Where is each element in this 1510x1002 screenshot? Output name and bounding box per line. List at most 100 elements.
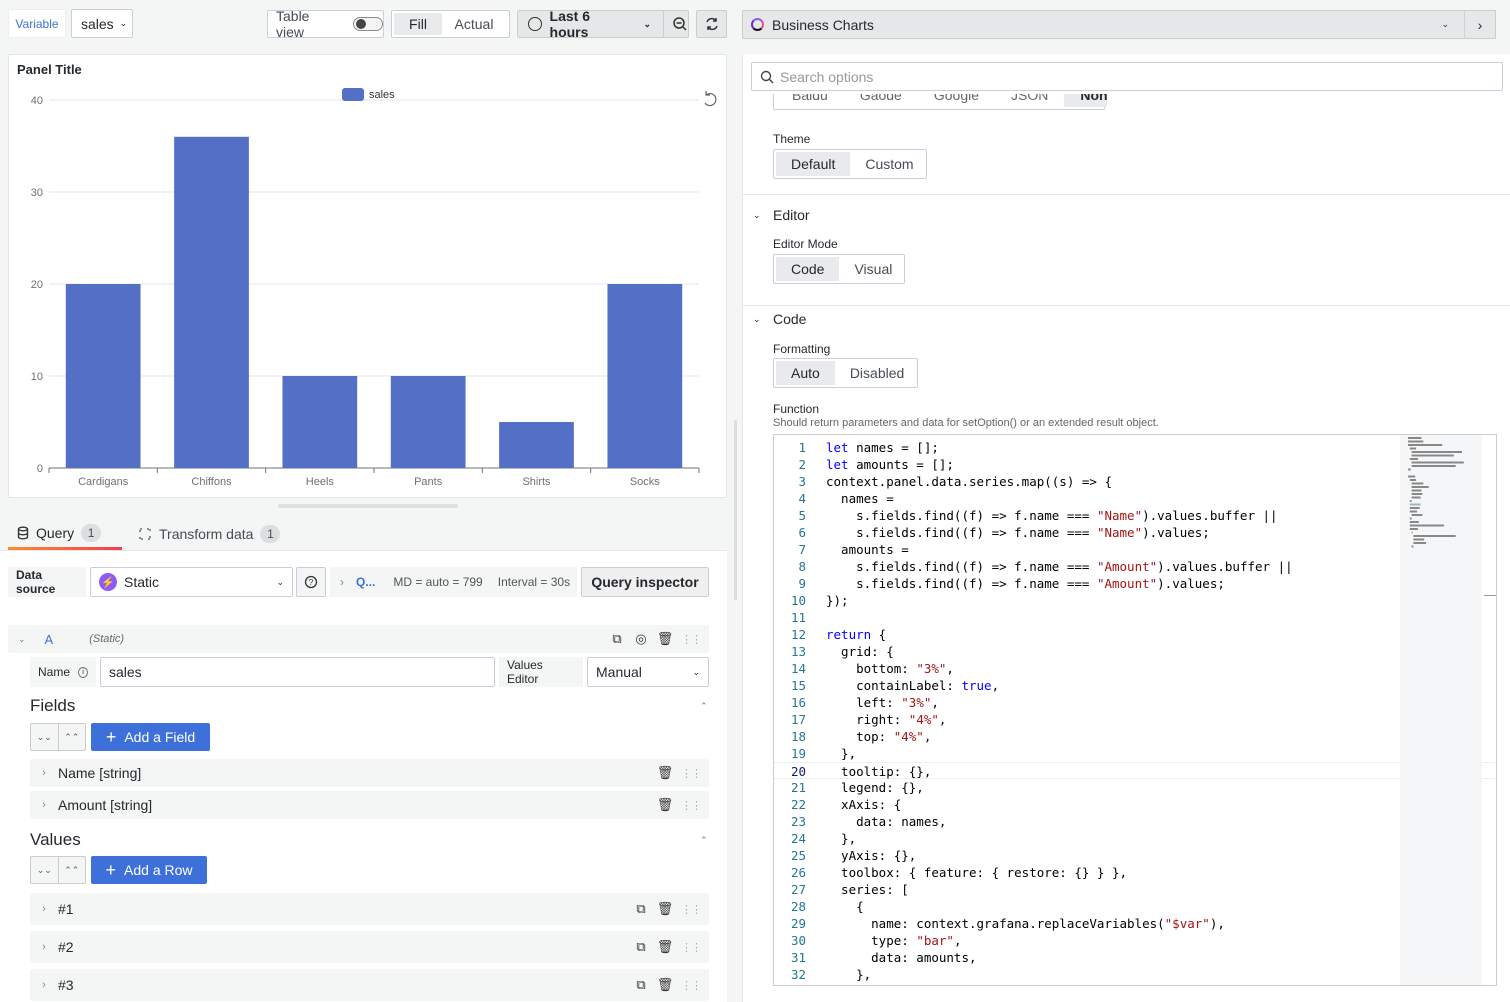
code-line[interactable]: 20 tooltip: {}, [774,762,1496,779]
trash-icon[interactable]: 🗑 [657,765,674,781]
chevron-down-icon[interactable]: ⌄ [18,634,26,645]
query-row-header[interactable]: ⌄ A (Static) ⧉ ◎ 🗑 ⋮⋮ [8,625,709,653]
time-range-picker[interactable]: Last 6 hours ⌄ [517,8,689,40]
code-line[interactable]: 5 s.fields.find((f) => f.name === "Name"… [774,507,1496,524]
code-line[interactable]: 19 }, [774,745,1496,762]
code-line[interactable]: 21 legend: {}, [774,779,1496,796]
theme-option-custom[interactable]: Custom [850,152,928,176]
query-inspector-button[interactable]: Query inspector [581,567,709,597]
actual-button[interactable]: Actual [442,13,506,35]
refresh-button[interactable] [696,10,727,38]
table-view-toggle[interactable]: Table view [267,8,384,40]
code-line[interactable]: 4 names = [774,490,1496,507]
code-line[interactable]: 10}); [774,592,1496,609]
formatting-auto[interactable]: Auto [776,361,835,385]
code-line[interactable]: 7 amounts = [774,541,1496,558]
code-line[interactable]: 2 let amounts = []; [774,456,1496,473]
value-row[interactable]: › #1 ⧉ 🗑 ⋮⋮ [30,893,709,925]
code-line[interactable]: 12 return { [774,626,1496,643]
code-line[interactable]: 28 { [774,898,1496,915]
chevron-right-icon[interactable]: › [30,903,58,915]
collapse-options-button[interactable]: › [1464,10,1496,39]
code-line[interactable]: 9 s.fields.find((f) => f.name === "Amoun… [774,575,1496,592]
chevron-right-icon[interactable]: › [30,941,58,953]
pane-resize-handle[interactable] [278,504,458,508]
eye-icon[interactable]: ◎ [633,631,649,647]
code-editor[interactable]: 1 let names = []; 2 let amounts = []; 3 conte… [773,434,1497,986]
field-row[interactable]: › Name [string] 🗑 ⋮⋮ [30,759,709,787]
drag-handle-icon[interactable]: ⋮⋮ [681,903,702,916]
drag-handle-icon[interactable]: ⋮⋮ [681,767,702,780]
duplicate-icon[interactable]: ⧉ [633,901,649,917]
chevron-right-icon[interactable]: › [30,767,58,779]
duplicate-icon[interactable]: ⧉ [633,939,649,955]
trash-icon[interactable]: 🗑 [657,939,674,955]
editor-scrollbar[interactable] [1484,595,1496,596]
code-minimap[interactable] [1400,435,1482,985]
chevron-right-icon[interactable]: › [30,799,58,811]
collapse-all-icon[interactable]: ⌃⌃ [57,857,86,883]
collapse-all-icon[interactable]: ⌃⌃ [57,724,86,750]
value-row[interactable]: › #2 ⧉ 🗑 ⋮⋮ [30,931,709,963]
name-input[interactable]: sales [100,657,495,687]
code-line[interactable]: 8 s.fields.find((f) => f.name === "Amoun… [774,558,1496,575]
add-row-button[interactable]: + Add a Row [91,856,207,884]
code-line[interactable]: 31 data: amounts, [774,949,1496,966]
query-options-bar[interactable]: › Q... MD = auto = 799 Interval = 30s [330,567,577,597]
code-line[interactable]: 22 xAxis: { [774,796,1496,813]
editor-mode-code[interactable]: Code [776,257,840,281]
duplicate-icon[interactable]: ⧉ [633,977,649,993]
drag-handle-icon[interactable]: ⋮⋮ [681,979,702,992]
code-line[interactable]: 30 type: "bar", [774,932,1496,949]
query-options-link[interactable]: Q... [356,575,375,589]
values-editor-select[interactable]: Manual ⌄ [587,657,709,687]
visualization-picker[interactable]: Business Charts ⌄ [742,10,1496,39]
editor-section-header[interactable]: ⌄ Editor [753,207,810,223]
zoom-out-button[interactable] [663,11,688,37]
code-line[interactable]: 14 bottom: "3%", [774,660,1496,677]
map-option-none[interactable]: None [1064,94,1107,107]
code-line[interactable]: 13 grid: { [774,643,1496,660]
datasource-select[interactable]: ⚡ Static ⌄ [90,567,293,597]
fill-button[interactable]: Fill [394,13,442,35]
code-line[interactable]: 24 }, [774,830,1496,847]
variable-select[interactable]: sales ⌄ [71,9,133,38]
chevron-up-icon[interactable]: ⌃ [700,835,708,846]
field-row[interactable]: › Amount [string] 🗑 ⋮⋮ [30,791,709,819]
code-line[interactable]: 3 context.panel.data.series.map((s) => { [774,473,1496,490]
datasource-help-button[interactable]: ? [296,567,326,597]
trash-icon[interactable]: 🗑 [657,901,674,917]
code-line[interactable]: 1 let names = []; [774,439,1496,456]
code-line[interactable]: 26 toolbox: { feature: { restore: {} } }… [774,864,1496,881]
expand-all-icon[interactable]: ⌄⌄ [31,857,58,883]
editor-mode-visual[interactable]: Visual [839,257,907,281]
map-option-json[interactable]: JSON [995,94,1064,107]
code-line[interactable]: 16 left: "3%", [774,694,1496,711]
code-line[interactable]: 18 top: "4%", [774,728,1496,745]
code-lines[interactable]: 1 let names = []; 2 let amounts = []; 3 conte… [774,435,1496,983]
formatting-disabled[interactable]: Disabled [835,361,919,385]
restore-icon[interactable] [704,91,717,107]
trash-icon[interactable]: 🗑 [657,797,674,813]
code-line[interactable]: 32 }, [774,966,1496,983]
code-line[interactable]: 17 right: "4%", [774,711,1496,728]
search-options-input[interactable]: Search options [751,62,1503,91]
tab-query[interactable]: Query 1 [8,518,122,550]
code-line[interactable]: 11 [774,609,1496,626]
code-line[interactable]: 23 data: names, [774,813,1496,830]
code-line[interactable]: 29 name: context.grafana.replaceVariable… [774,915,1496,932]
trash-icon[interactable]: 🗑 [657,977,674,993]
code-line[interactable]: 15 containLabel: true, [774,677,1496,694]
drag-handle-icon[interactable]: ⋮⋮ [681,799,702,812]
vertical-scrollbar[interactable] [734,420,737,600]
theme-option-default[interactable]: Default [776,152,851,176]
code-section-header[interactable]: ⌄ Code [753,311,806,327]
chevron-right-icon[interactable]: › [30,979,58,991]
code-line[interactable]: 27 series: [ [774,881,1496,898]
code-line[interactable]: 25 yAxis: {}, [774,847,1496,864]
drag-handle-icon[interactable]: ⋮⋮ [681,633,702,646]
trash-icon[interactable]: 🗑 [657,631,674,647]
toggle-switch[interactable] [353,17,383,31]
map-option-baidu[interactable]: Baidu [776,94,844,107]
map-option-gaode[interactable]: Gaode [844,94,918,107]
